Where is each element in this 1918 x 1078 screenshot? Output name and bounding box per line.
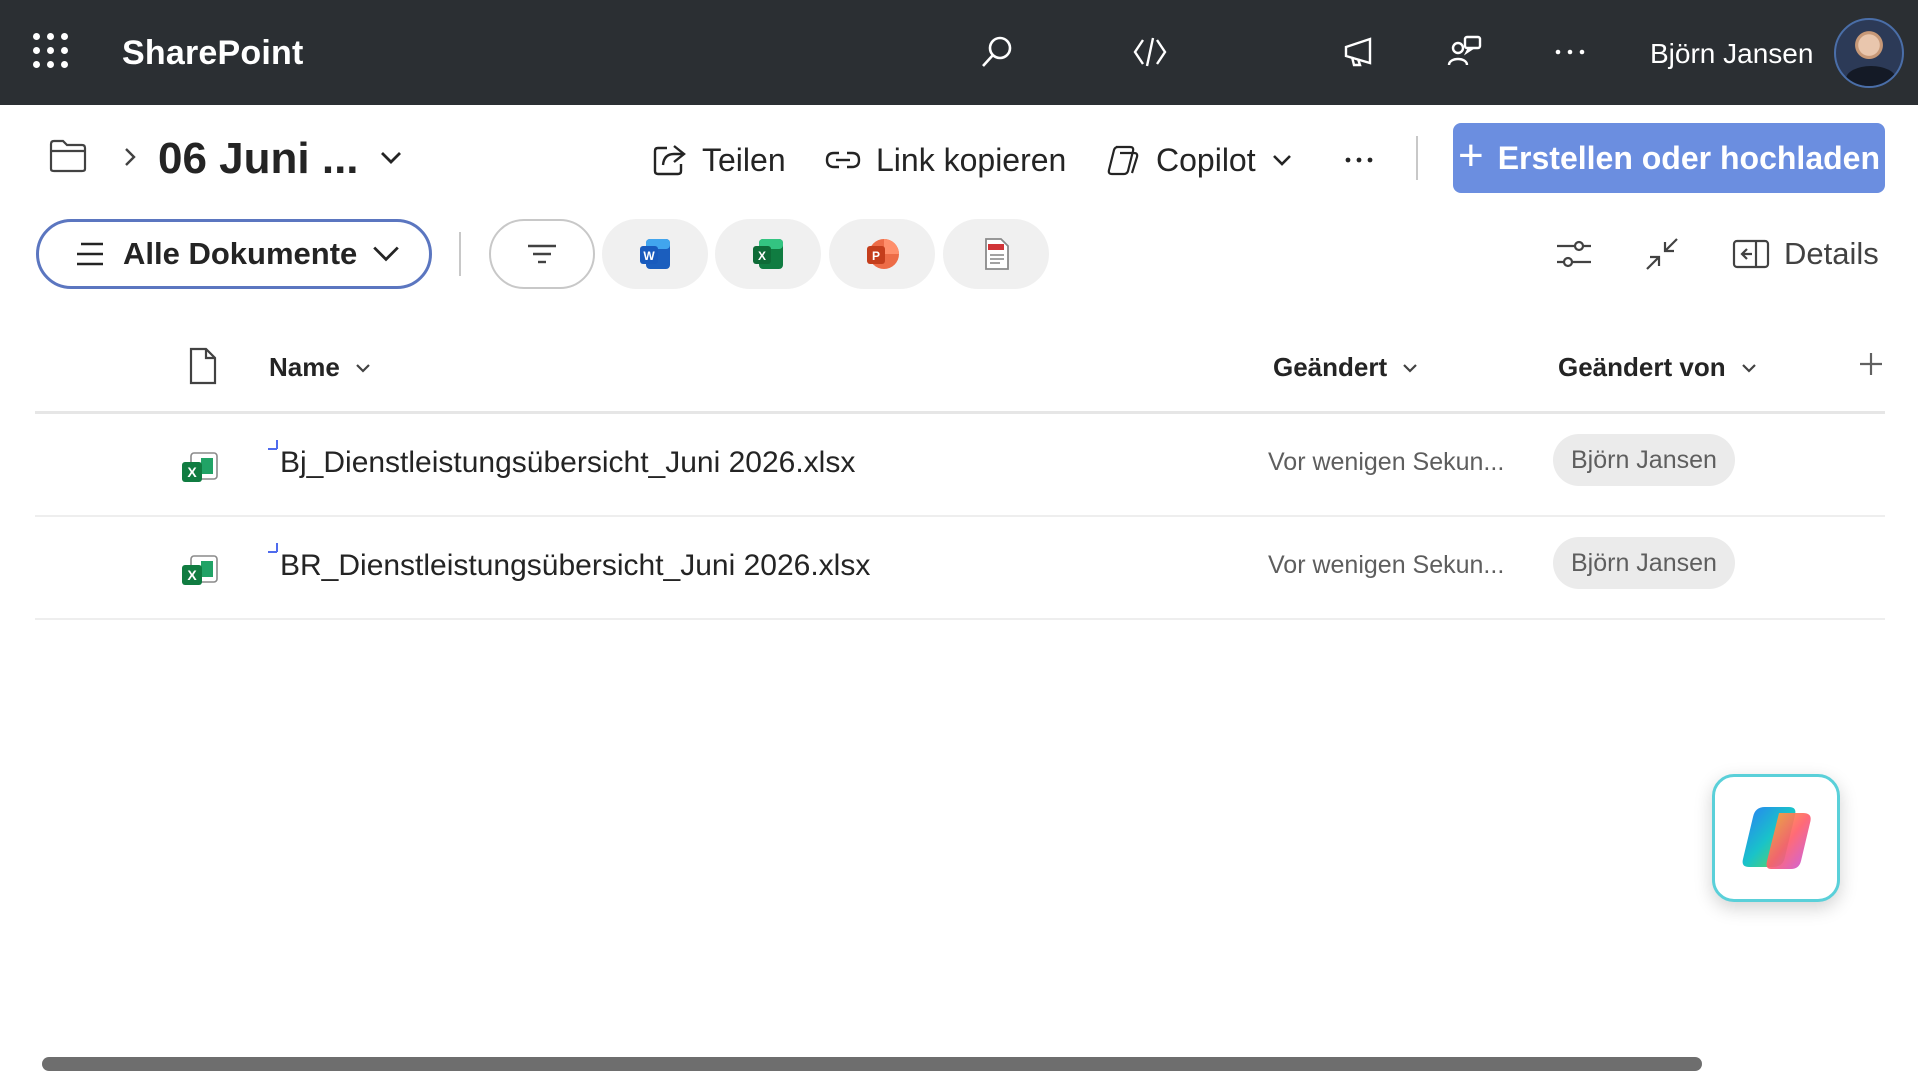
file-name-link[interactable]: BR_Dienstleistungsübersicht_Juni 2026.xl… <box>280 549 870 583</box>
word-filter-chip[interactable]: W <box>602 219 708 289</box>
column-header-modified-by[interactable]: Geändert von <box>1558 352 1758 383</box>
command-divider <box>1416 136 1418 180</box>
plus-icon: + <box>1457 131 1484 180</box>
table-header: Name Geändert Geändert von <box>35 330 1885 414</box>
app-name[interactable]: SharePoint <box>122 34 303 73</box>
details-label: Details <box>1784 236 1879 271</box>
details-pane-button[interactable]: Details <box>1730 230 1879 278</box>
copilot-logo-icon <box>1742 807 1811 869</box>
add-column-icon[interactable] <box>1855 348 1887 380</box>
user-name[interactable]: Björn Jansen <box>1650 38 1813 70</box>
excel-file-icon: X <box>182 555 218 585</box>
view-selector[interactable]: Alle Dokumente <box>36 219 432 289</box>
more-icon[interactable] <box>1548 30 1592 74</box>
horizontal-scrollbar[interactable] <box>42 1057 1702 1071</box>
modified-date: Vor wenigen Sekun... <box>1268 448 1505 476</box>
copilot-button[interactable]: Copilot <box>1104 138 1294 182</box>
pdf-filter-chip[interactable] <box>943 219 1049 289</box>
chevron-down-icon <box>373 246 400 262</box>
feedback-icon[interactable] <box>1443 30 1487 74</box>
avatar[interactable] <box>1834 18 1904 88</box>
search-icon[interactable] <box>975 30 1019 74</box>
svg-text:X: X <box>187 464 197 480</box>
share-icon <box>653 145 686 176</box>
share-button[interactable]: Teilen <box>650 138 786 182</box>
filter-icon <box>528 244 556 264</box>
table-row[interactable]: X BR_Dienstleistungsübersicht_Juni 2026.… <box>35 517 1885 620</box>
chevron-down-icon <box>356 363 370 373</box>
megaphone-icon[interactable] <box>1338 30 1382 74</box>
word-icon: W <box>640 239 670 269</box>
suite-header: SharePoint Björn Jansen <box>0 0 1918 105</box>
view-label: Alle Dokumente <box>123 236 358 271</box>
page-title[interactable]: 06 Juni ... <box>158 134 359 184</box>
chevron-down-icon <box>1272 155 1291 166</box>
file-name-link[interactable]: Bj_Dienstleistungsübersicht_Juni 2026.xl… <box>280 446 855 480</box>
create-upload-label: Erstellen oder hochladen <box>1497 139 1880 176</box>
file-type-icon[interactable] <box>187 346 219 386</box>
svg-text:P: P <box>872 249 880 263</box>
more-commands-button[interactable] <box>1340 138 1378 182</box>
more-icon <box>1345 157 1373 163</box>
copy-link-button[interactable]: Link kopieren <box>824 138 1066 182</box>
column-header-modified-by-label: Geändert von <box>1558 352 1726 382</box>
powerpoint-icon: P <box>867 239 899 269</box>
compact-view-button[interactable] <box>1641 230 1683 278</box>
view-divider <box>459 232 461 276</box>
svg-text:X: X <box>758 249 766 263</box>
column-header-name-label: Name <box>269 352 340 382</box>
column-header-modified-label: Geändert <box>1273 352 1388 382</box>
copilot-code-icon[interactable] <box>1128 30 1172 74</box>
copy-link-label: Link kopieren <box>876 141 1067 178</box>
copilot-label: Copilot <box>1156 141 1256 178</box>
excel-icon: X <box>753 239 783 269</box>
copilot-icon <box>1107 145 1139 176</box>
svg-text:W: W <box>643 249 655 263</box>
modified-by-badge[interactable]: Björn Jansen <box>1553 537 1735 589</box>
column-header-name[interactable]: Name <box>269 352 372 383</box>
sliders-icon <box>1557 240 1591 268</box>
breadcrumb-separator-icon <box>125 148 136 166</box>
details-pane-icon <box>1732 239 1770 269</box>
chevron-down-icon <box>1403 363 1417 373</box>
excel-file-icon: X <box>182 452 218 482</box>
view-options-button[interactable] <box>1553 230 1595 278</box>
excel-filter-chip[interactable]: X <box>715 219 821 289</box>
pdf-icon <box>985 238 1009 270</box>
folder-icon[interactable] <box>48 138 88 174</box>
powerpoint-filter-chip[interactable]: P <box>829 219 935 289</box>
chevron-down-icon[interactable] <box>378 148 404 168</box>
list-view-icon <box>77 242 103 266</box>
create-upload-button[interactable]: + Erstellen oder hochladen <box>1453 123 1885 193</box>
table-row[interactable]: X Bj_Dienstleistungsübersicht_Juni 2026.… <box>35 414 1885 517</box>
modified-by-badge[interactable]: Björn Jansen <box>1553 434 1735 486</box>
app-launcher-icon[interactable] <box>33 33 69 69</box>
modified-date: Vor wenigen Sekun... <box>1268 551 1505 579</box>
link-icon <box>825 151 861 169</box>
svg-text:X: X <box>187 567 197 583</box>
column-header-modified[interactable]: Geändert <box>1273 352 1419 383</box>
share-label: Teilen <box>702 141 786 178</box>
copilot-floating-button[interactable] <box>1712 774 1840 902</box>
collapse-icon <box>1646 238 1678 270</box>
chevron-down-icon <box>1741 363 1756 373</box>
filter-button[interactable] <box>489 219 595 289</box>
